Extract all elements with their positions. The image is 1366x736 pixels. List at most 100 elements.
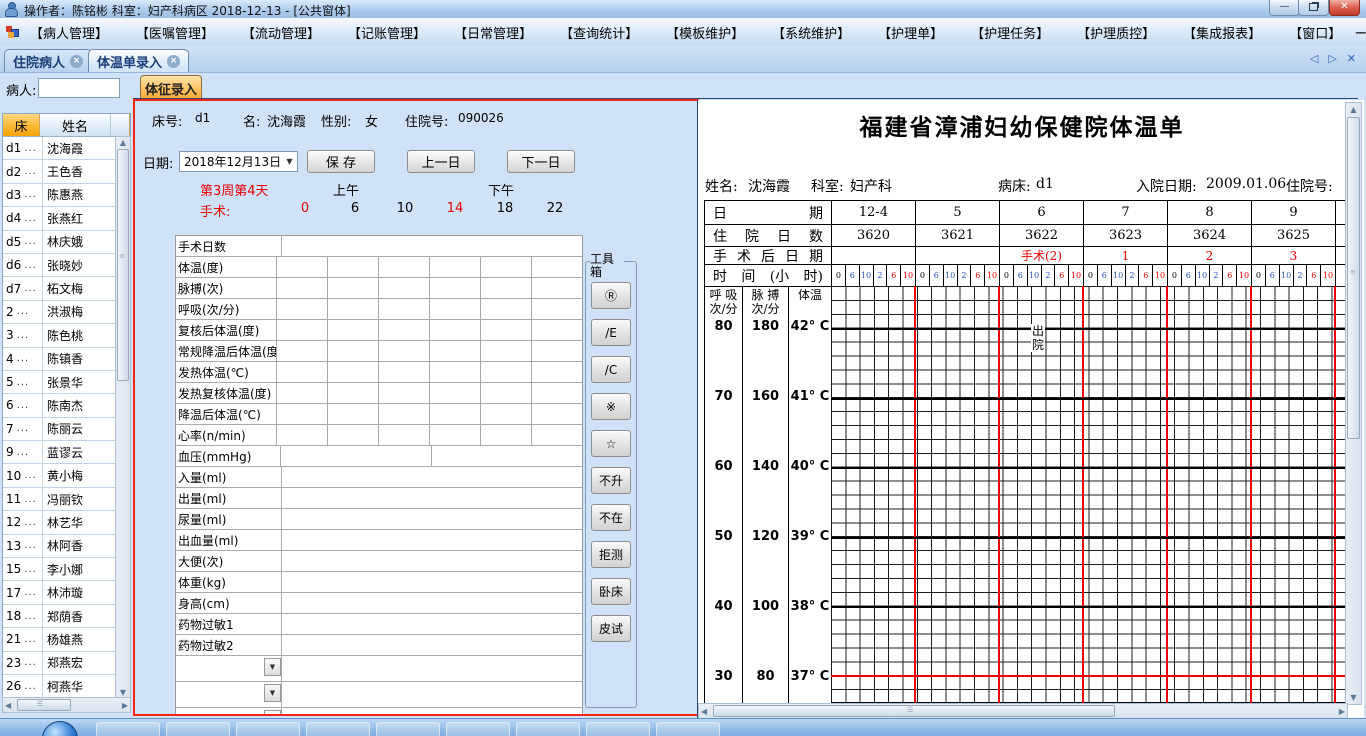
entry-cell[interactable] [282,236,582,256]
entry-cell[interactable] [282,467,582,487]
entry-cell[interactable] [328,341,379,361]
taskbar-app-button[interactable] [96,722,160,736]
tab-inpatients[interactable]: 住院病人 × [4,49,93,72]
chart-vertical-scrollbar[interactable]: ▲ ≡ ▼ [1345,102,1362,705]
patient-row[interactable]: 26...柯燕华2 [3,674,130,698]
scroll-up-icon[interactable]: ▲ [116,138,130,147]
patient-row[interactable]: d6...张晓妙1 [3,253,130,278]
entry-cell[interactable] [430,278,481,298]
entry-cell[interactable] [282,593,582,613]
previous-day-button[interactable]: 上一日 [407,150,475,173]
patient-row[interactable]: 4...陈镇香6 [3,347,130,371]
patient-row[interactable]: 23...郑燕宏1 [3,651,130,675]
entry-cell[interactable] [379,404,430,424]
patient-row[interactable]: d3...陈惠燕3 [3,183,130,208]
entry-cell[interactable] [379,383,430,403]
entry-cell[interactable] [379,278,430,298]
reference-mark-button[interactable]: ※ [591,393,631,420]
patient-row[interactable]: 18...郑荫香2 [3,604,130,629]
patient-row[interactable]: 21...杨雄燕3 [3,628,130,652]
scroll-down-icon[interactable]: ▼ [116,688,130,697]
column-header-extra[interactable] [111,114,130,136]
entry-cell[interactable] [532,299,582,319]
patient-row[interactable]: 5...张景华2 [3,370,130,395]
rx-stamp-button[interactable]: Ⓡ [591,282,631,309]
restore-button[interactable] [1298,0,1329,16]
entry-cell[interactable] [481,320,532,340]
entry-cell[interactable] [532,404,582,424]
entry-cell[interactable] [481,299,532,319]
entry-cell[interactable] [430,383,481,403]
slash-c-button[interactable]: /C [591,356,631,383]
taskbar-app-button[interactable] [656,722,720,736]
slash-e-button[interactable]: /E [591,319,631,346]
entry-combo-label[interactable]: ▼ [176,656,282,681]
patient-row[interactable]: d1...沈海霞1 [3,137,130,161]
refuse-measure-button[interactable]: 拒测 [591,541,631,568]
chevron-down-icon[interactable]: ▼ [264,710,281,714]
entry-cell[interactable] [432,446,582,466]
entry-cell[interactable] [328,299,379,319]
entry-cell[interactable] [282,551,582,571]
entry-cell[interactable] [282,572,582,592]
chevron-down-icon[interactable]: ▼ [264,658,281,676]
entry-cell[interactable] [379,299,430,319]
taskbar-app-button[interactable] [166,722,230,736]
scroll-right-icon[interactable]: ▶ [1339,707,1345,716]
entry-cell[interactable] [281,446,432,466]
entry-cell[interactable] [328,362,379,382]
patient-row[interactable]: 17...林沛璇2 [3,581,130,605]
entry-cell[interactable] [532,425,582,445]
patient-row[interactable]: 13...林阿香5 [3,534,130,559]
tab-close-all-icon[interactable]: ✕ [1347,52,1356,65]
absent-button[interactable]: 不在 [591,504,631,531]
entry-combo-label[interactable]: ▼ [176,708,282,714]
next-day-button[interactable]: 下一日 [507,150,575,173]
menu-item[interactable]: 【病人管理】 [16,23,122,42]
entry-cell[interactable] [481,425,532,445]
tab-close-icon[interactable]: × [167,54,181,68]
menu-item[interactable]: 【护理任务】 [957,23,1063,42]
chart-horizontal-scrollbar[interactable]: ◀ ☰ ▶ [698,703,1348,718]
tab-close-icon[interactable]: × [70,54,84,68]
entry-cell[interactable] [282,509,582,529]
patient-row[interactable]: d4...张燕红1 [3,207,130,231]
entry-cell[interactable] [282,488,582,508]
entry-cell[interactable] [282,614,582,634]
patient-row[interactable]: d2...王色香3 [3,160,130,184]
entry-cell[interactable] [379,257,430,277]
scrollbar-thumb[interactable] [117,149,129,381]
scrollbar-thumb[interactable] [713,705,1115,717]
menu-item[interactable]: 【护理质控】 [1063,23,1169,42]
column-header-bed[interactable]: 床 [3,114,40,136]
entry-cell[interactable] [430,257,481,277]
tab-scroll-right-icon[interactable]: ▷ [1328,52,1336,65]
menu-item[interactable]: 【日常管理】 [440,23,546,42]
patient-list-vertical-scrollbar[interactable]: ▲ ≡ ▼ [115,136,131,699]
taskbar-app-button[interactable] [586,722,650,736]
entry-cell[interactable] [328,278,379,298]
tab-scroll-left-icon[interactable]: ◁ [1310,52,1318,65]
menu-item[interactable]: 【模板维护】 [652,23,758,42]
close-button[interactable]: ✕ [1329,0,1360,16]
chevron-down-icon[interactable]: ▼ [282,153,297,170]
entry-cell[interactable] [430,362,481,382]
entry-cell[interactable] [532,257,582,277]
mdi-minimize-button[interactable]: — [1355,26,1366,39]
entry-cell[interactable] [481,383,532,403]
star-button[interactable]: ☆ [591,430,631,457]
menu-item[interactable]: 【查询统计】 [546,23,652,42]
entry-cell[interactable] [328,257,379,277]
scroll-left-icon[interactable]: ◀ [701,707,707,716]
entry-cell[interactable] [532,320,582,340]
entry-combo-label[interactable]: ▼ [176,682,282,707]
entry-cell[interactable] [277,404,328,424]
taskbar-app-button[interactable] [446,722,510,736]
entry-cell[interactable] [277,362,328,382]
entry-cell[interactable] [532,362,582,382]
entry-cell[interactable] [481,278,532,298]
entry-cell[interactable] [379,341,430,361]
entry-cell[interactable] [379,362,430,382]
entry-cell[interactable] [277,341,328,361]
entry-cell[interactable] [282,682,582,707]
